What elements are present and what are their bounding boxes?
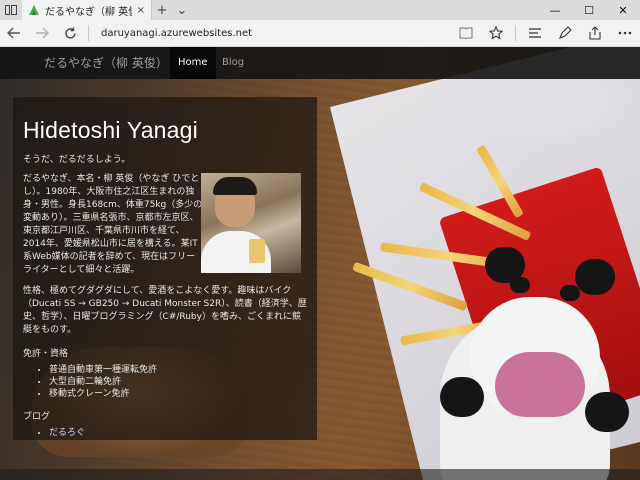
url-field[interactable]: daruyanagi.azurewebsites.net: [93, 20, 451, 47]
favorite-star-icon[interactable]: [481, 20, 511, 47]
toolbar-separator: [515, 25, 516, 41]
list-item: 移動式クレーン免許: [49, 388, 307, 400]
background-panda-paw: [585, 392, 629, 432]
background-panda-eye: [560, 285, 580, 301]
avatar-beer-glass: [249, 239, 265, 263]
browser-tab-bar: だるやなぎ（柳 英俊） - × + ⌄ — ☐ ✕: [0, 0, 640, 20]
licenses-list: 普通自動車第一種運転免許 大型自動二輪免許 移動式クレーン免許: [23, 364, 307, 400]
avatar-hair: [213, 177, 257, 195]
share-icon[interactable]: [580, 20, 610, 47]
bio-section: だるやなぎ、本名・柳 英俊（やなぎ ひでとし）。1980年、大阪市住之江区生まれ…: [23, 173, 307, 277]
hub-icon[interactable]: [520, 20, 550, 47]
nav-link-home[interactable]: Home: [170, 47, 216, 79]
blog-link[interactable]: だるろぐ: [49, 428, 85, 438]
footer-strip: [0, 469, 640, 480]
licenses-heading: 免許・資格: [23, 349, 69, 359]
tab-preview-icon[interactable]: [0, 0, 22, 20]
address-bar: daruyanagi.azurewebsites.net: [0, 20, 640, 47]
blog-link-item: だるろぐ: [49, 427, 307, 439]
profile-bio-hobbies: 性格、極めてグダグダにして、愛酒をこよなく愛す。趣味はバイク（Ducati SS…: [23, 286, 307, 335]
list-item: 普通自動車第一種運転免許: [49, 364, 307, 376]
background-panda-eye: [510, 277, 530, 293]
tab-bar-spacer: [192, 0, 538, 20]
background-panda-mouth: [495, 352, 585, 417]
blog-list: だるろぐ: [23, 427, 307, 439]
new-tab-button[interactable]: +: [152, 0, 172, 20]
minimize-button[interactable]: —: [538, 0, 572, 20]
blog-heading: ブログ: [23, 412, 51, 422]
browser-tab-active[interactable]: だるやなぎ（柳 英俊） - ×: [22, 0, 152, 20]
page-viewport: だるやなぎ（柳 英俊） Home Blog Hidetoshi Yanagi そ…: [0, 47, 640, 480]
close-window-button[interactable]: ✕: [606, 0, 640, 20]
profile-panel: Hidetoshi Yanagi そうだ、だるだるしよう。 だるやなぎ、本名・柳…: [13, 97, 317, 440]
site-navbar: だるやなぎ（柳 英俊） Home Blog: [0, 47, 640, 79]
reading-view-icon[interactable]: [451, 20, 481, 47]
tab-title: だるやなぎ（柳 英俊） -: [45, 6, 132, 18]
site-favicon-icon: [29, 5, 39, 15]
profile-tagline: そうだ、だるだるしよう。: [23, 155, 131, 165]
profile-avatar: [201, 173, 301, 273]
list-item: 大型自動二輪免許: [49, 376, 307, 388]
background-panda-ear: [575, 259, 615, 295]
maximize-button[interactable]: ☐: [572, 0, 606, 20]
background-panda-paw: [440, 377, 484, 417]
profile-name: Hidetoshi Yanagi: [23, 117, 198, 143]
tab-list-chevron-icon[interactable]: ⌄: [172, 0, 192, 20]
profile-bio: だるやなぎ、本名・柳 英俊（やなぎ ひでとし）。1980年、大阪市住之江区生まれ…: [23, 174, 203, 275]
site-brand[interactable]: だるやなぎ（柳 英俊）: [44, 47, 168, 79]
nav-link-blog[interactable]: Blog: [214, 47, 252, 79]
tab-close-icon[interactable]: ×: [137, 5, 145, 16]
more-icon[interactable]: [610, 20, 640, 47]
forward-icon[interactable]: [28, 20, 56, 47]
web-note-icon[interactable]: [550, 20, 580, 47]
url-separator: [88, 25, 89, 41]
refresh-icon[interactable]: [56, 20, 84, 47]
back-icon[interactable]: [0, 20, 28, 47]
